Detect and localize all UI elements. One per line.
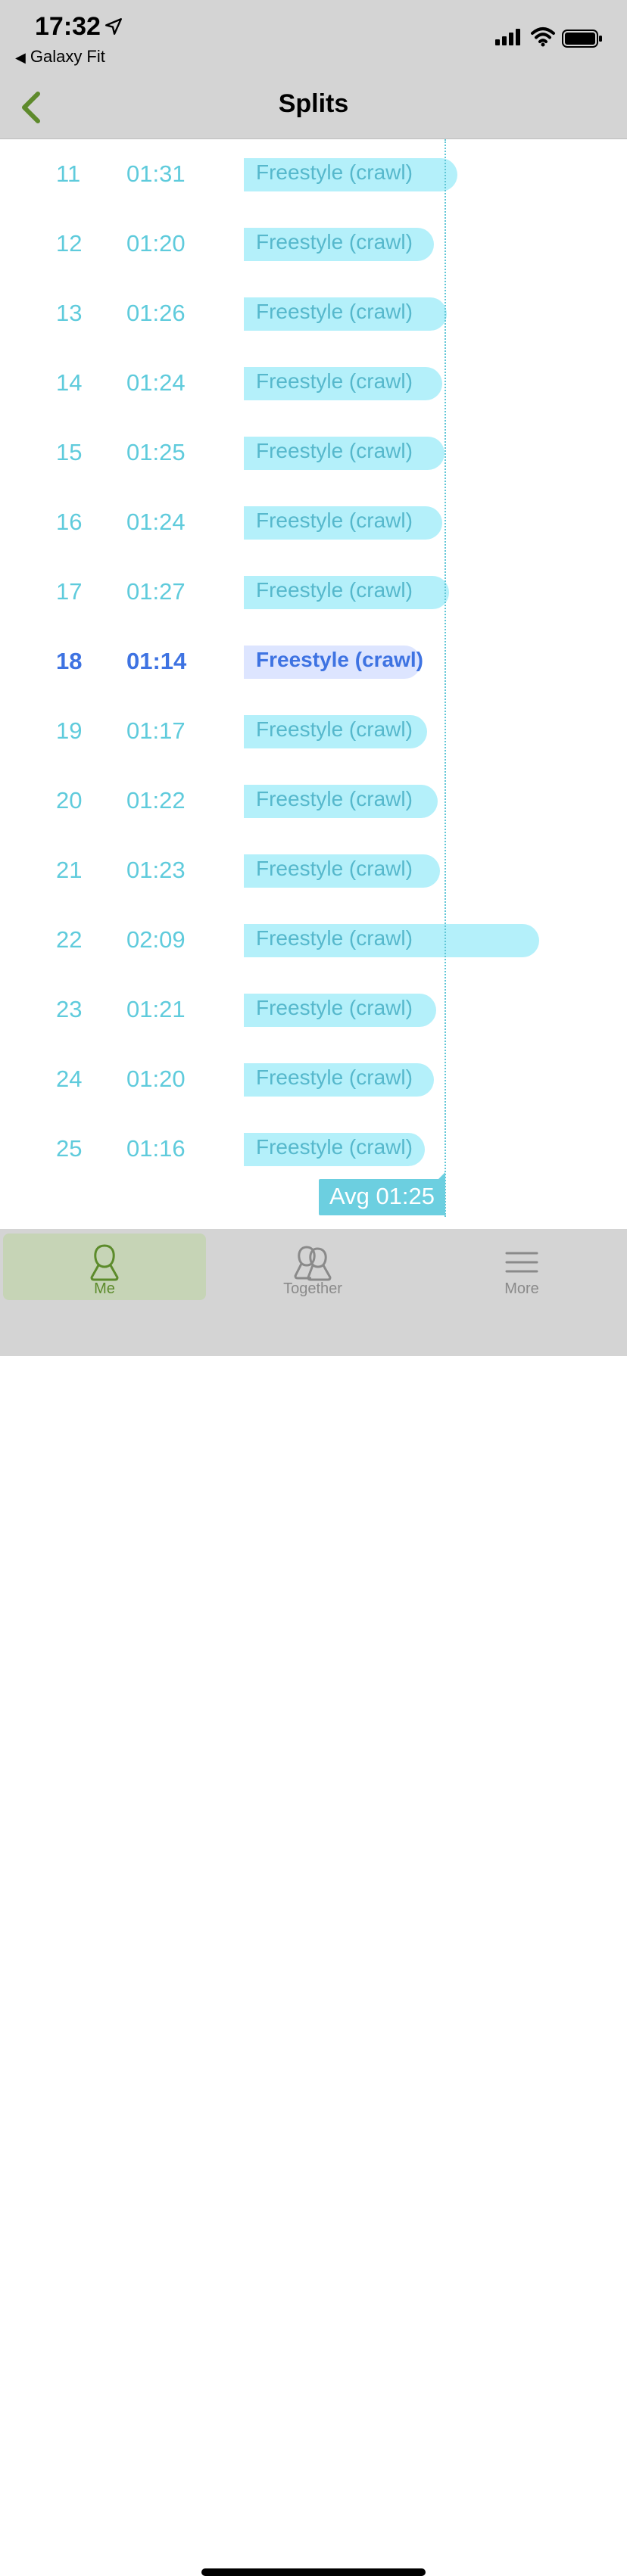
split-number: 15: [56, 439, 83, 465]
tab-together[interactable]: Together: [212, 1234, 413, 1300]
split-number: 20: [56, 787, 83, 814]
average-badge: Avg 01:25: [319, 1179, 445, 1215]
split-row[interactable]: 15 01:25 Freestyle (crawl): [0, 417, 627, 487]
split-stroke-label: Freestyle (crawl): [256, 369, 413, 393]
status-back-to-app[interactable]: ◀ Galaxy Fit: [15, 47, 105, 67]
split-time: 01:17: [126, 717, 186, 744]
split-time: 02:09: [126, 926, 186, 953]
header-bar: 17:32 ◀ Galaxy Fit Splits: [0, 0, 627, 139]
split-stroke-label: Freestyle (crawl): [256, 578, 413, 602]
split-time: 01:24: [126, 509, 186, 535]
split-row[interactable]: 12 01:20 Freestyle (crawl): [0, 208, 627, 278]
splits-list[interactable]: 11 01:31 Freestyle (crawl) 12 01:20 Freestyle…: [0, 139, 627, 1229]
tab-more-label: More: [504, 1280, 539, 1297]
split-time: 01:20: [126, 230, 186, 257]
split-stroke-label: Freestyle (crawl): [256, 1066, 413, 1089]
split-row[interactable]: 17 01:27 Freestyle (crawl): [0, 556, 627, 626]
tab-me[interactable]: Me: [3, 1234, 206, 1300]
back-triangle-icon: ◀: [15, 50, 26, 65]
split-time: 01:31: [126, 160, 186, 187]
split-number: 11: [56, 160, 81, 187]
split-row[interactable]: 19 01:17 Freestyle (crawl): [0, 695, 627, 765]
two-people-icon: [294, 1246, 332, 1281]
split-row[interactable]: 13 01:26 Freestyle (crawl): [0, 278, 627, 347]
split-stroke-label: Freestyle (crawl): [256, 509, 413, 532]
split-time: 01:23: [126, 857, 186, 883]
page-title: Splits: [278, 89, 349, 118]
split-stroke-label: Freestyle (crawl): [256, 717, 413, 741]
split-row[interactable]: 23 01:21 Freestyle (crawl): [0, 974, 627, 1044]
split-number: 18: [56, 648, 83, 674]
split-row[interactable]: 20 01:22 Freestyle (crawl): [0, 765, 627, 835]
split-stroke-label: Freestyle (crawl): [256, 857, 413, 880]
split-row[interactable]: 11 01:31 Freestyle (crawl): [0, 139, 627, 208]
split-number: 16: [56, 509, 83, 535]
split-time: 01:21: [126, 996, 186, 1022]
wifi-icon: [531, 27, 555, 47]
person-icon: [90, 1244, 119, 1281]
split-number: 14: [56, 369, 83, 396]
split-row[interactable]: 14 01:24 Freestyle (crawl): [0, 347, 627, 417]
tab-more[interactable]: More: [421, 1234, 622, 1300]
location-arrow-icon: [105, 18, 122, 35]
split-time: 01:26: [126, 300, 186, 326]
split-time: 01:16: [126, 1135, 186, 1162]
split-number: 12: [56, 230, 83, 257]
split-stroke-label: Freestyle (crawl): [256, 300, 413, 323]
split-number: 19: [56, 717, 83, 744]
split-stroke-label: Freestyle (crawl): [256, 996, 413, 1019]
tab-me-label: Me: [94, 1280, 115, 1297]
split-stroke-label: Freestyle (crawl): [256, 787, 413, 810]
split-number: 24: [56, 1066, 83, 1092]
split-time: 01:14: [126, 648, 187, 674]
split-row[interactable]: 24 01:20 Freestyle (crawl): [0, 1044, 627, 1113]
average-line: [445, 139, 446, 1217]
split-row[interactable]: 21 01:23 Freestyle (crawl): [0, 835, 627, 904]
tab-together-label: Together: [283, 1280, 342, 1297]
split-stroke-label: Freestyle (crawl): [256, 926, 413, 950]
split-number: 22: [56, 926, 83, 953]
split-number: 23: [56, 996, 83, 1022]
split-stroke-label: Freestyle (crawl): [256, 160, 413, 184]
split-stroke-label: Freestyle (crawl): [256, 439, 413, 462]
split-time: 01:27: [126, 578, 186, 605]
split-row[interactable]: 18 01:14 Freestyle (crawl): [0, 626, 627, 695]
split-time: 01:24: [126, 369, 186, 396]
home-indicator: [201, 2568, 426, 2576]
hamburger-icon: [505, 1252, 538, 1273]
cellular-signal-icon: [495, 29, 520, 45]
status-back-app-label: Galaxy Fit: [30, 47, 105, 66]
split-stroke-label: Freestyle (crawl): [256, 648, 423, 671]
split-row[interactable]: 22 02:09 Freestyle (crawl): [0, 904, 627, 974]
split-stroke-label: Freestyle (crawl): [256, 1135, 413, 1159]
split-number: 21: [56, 857, 83, 883]
battery-icon: [562, 30, 602, 48]
split-time: 01:25: [126, 439, 186, 465]
status-time: 17:32: [35, 12, 101, 41]
split-time: 01:22: [126, 787, 186, 814]
split-stroke-label: Freestyle (crawl): [256, 230, 413, 254]
split-row[interactable]: 25 01:16 Freestyle (crawl): [0, 1113, 627, 1183]
split-number: 17: [56, 578, 83, 605]
split-number: 13: [56, 300, 83, 326]
tab-bar: Me Together More: [0, 1229, 627, 2576]
split-row[interactable]: 16 01:24 Freestyle (crawl): [0, 487, 627, 556]
split-time: 01:20: [126, 1066, 186, 1092]
split-number: 25: [56, 1135, 83, 1162]
